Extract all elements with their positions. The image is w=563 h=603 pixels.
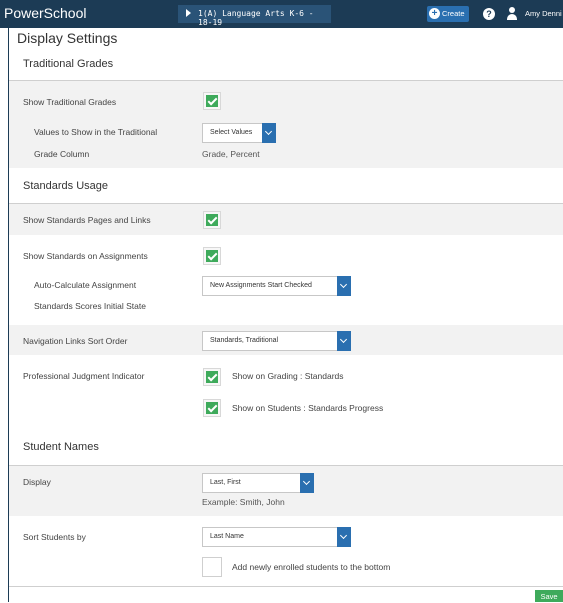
traditional-grades-panel xyxy=(9,81,563,168)
pji-grading-checkbox[interactable] xyxy=(203,368,221,386)
auto-calculate-label-line2: Standards Scores Initial State xyxy=(34,301,146,311)
traditional-grades-heading: Traditional Grades xyxy=(23,58,114,70)
chevron-down-icon xyxy=(337,276,351,296)
help-icon[interactable]: ? xyxy=(483,8,495,20)
values-select[interactable]: Select Values xyxy=(202,123,276,143)
save-button[interactable]: Save xyxy=(535,590,563,602)
user-icon[interactable] xyxy=(506,7,518,21)
show-traditional-grades-checkbox[interactable] xyxy=(203,92,221,110)
course-selector[interactable]: 1(A) Language Arts K-6 - 18-19 xyxy=(178,5,331,27)
values-to-show-label-line1: Values to Show in the Traditional xyxy=(34,127,158,137)
page-title: Display Settings xyxy=(17,30,118,46)
auto-calculate-label-line1: Auto-Calculate Assignment xyxy=(34,280,137,290)
nav-sort-order-select[interactable]: Standards, Traditional xyxy=(202,331,351,351)
user-name[interactable]: Amy Denni xyxy=(525,9,562,18)
chevron-down-icon xyxy=(262,123,276,143)
sort-students-label: Sort Students by xyxy=(23,532,86,542)
values-to-show-label-line2: Grade Column xyxy=(34,149,90,159)
auto-calculate-select-text: New Assignments Start Checked xyxy=(210,282,312,289)
display-example: Example: Smith, John xyxy=(202,497,285,507)
chevron-down-icon xyxy=(337,331,351,351)
add-new-students-checkbox[interactable] xyxy=(202,557,222,577)
professional-judgment-label: Professional Judgment Indicator xyxy=(23,371,145,381)
auto-calculate-select[interactable]: New Assignments Start Checked xyxy=(202,276,351,296)
student-names-heading: Student Names xyxy=(23,441,99,453)
display-select[interactable]: Last, First xyxy=(202,473,314,493)
display-label: Display xyxy=(23,477,51,487)
add-new-students-label: Add newly enrolled students to the botto… xyxy=(232,562,391,572)
nav-sort-order-select-text: Standards, Traditional xyxy=(210,337,279,344)
show-standards-pages-checkbox[interactable] xyxy=(203,211,221,229)
pji-students-label: Show on Students : Standards Progress xyxy=(232,403,384,413)
sort-students-select[interactable]: Last Name xyxy=(202,527,351,547)
show-standards-pages-label: Show Standards Pages and Links xyxy=(23,215,151,225)
values-select-text: Select Values xyxy=(210,129,253,136)
show-standards-assignments-checkbox[interactable] xyxy=(203,247,221,265)
sort-students-select-text: Last Name xyxy=(210,533,244,540)
standards-usage-heading: Standards Usage xyxy=(23,180,108,192)
footer-divider xyxy=(9,586,563,587)
plus-icon: + xyxy=(429,8,440,19)
pji-grading-label: Show on Grading : Standards xyxy=(232,371,344,381)
selected-values-text: Grade, Percent xyxy=(202,149,260,159)
create-button[interactable]: + Create xyxy=(427,6,469,22)
course-label: 1(A) Language Arts K-6 - 18-19 xyxy=(198,9,314,27)
powerschool-logo[interactable]: PowerSchool xyxy=(4,5,87,21)
pji-students-checkbox[interactable] xyxy=(203,399,221,417)
create-label: Create xyxy=(442,9,465,18)
top-nav-bar: PowerSchool 1(A) Language Arts K-6 - 18-… xyxy=(0,0,563,28)
chevron-down-icon xyxy=(337,527,351,547)
play-icon xyxy=(186,9,191,17)
show-standards-assignments-label: Show Standards on Assignments xyxy=(23,251,148,261)
nav-sort-order-label: Navigation Links Sort Order xyxy=(23,336,128,346)
show-traditional-grades-label: Show Traditional Grades xyxy=(23,97,117,107)
chevron-down-icon xyxy=(300,473,314,493)
display-select-text: Last, First xyxy=(210,479,241,486)
